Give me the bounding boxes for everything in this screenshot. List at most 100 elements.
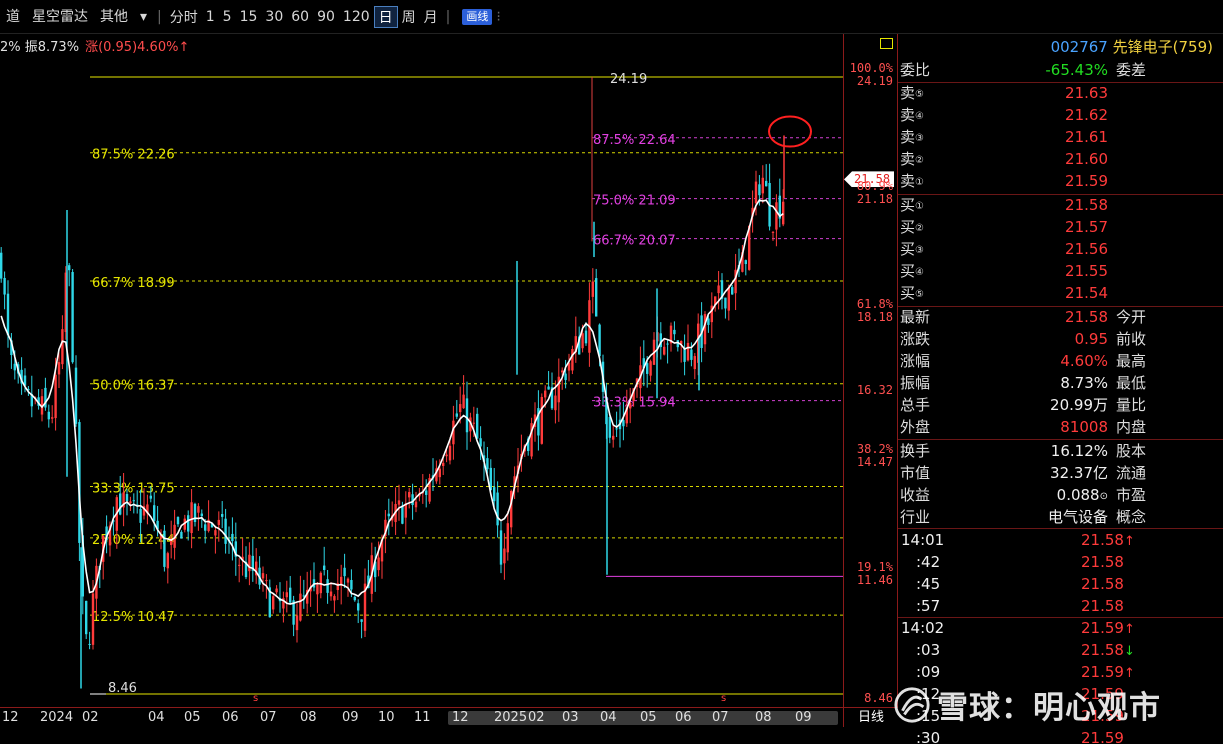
candle-body — [775, 202, 778, 230]
change-text: 涨(0.95)4.60%↑ — [85, 40, 190, 55]
candle-body — [425, 490, 428, 495]
ask-price: 21.62 — [1065, 106, 1108, 124]
date-label: 05 — [640, 710, 657, 725]
period-11[interactable]: 90 — [313, 9, 339, 25]
kline-chart[interactable]: 87.5% 22.26 66.7% 18.99 50.0% 16.37 33.3% 1… — [0, 34, 843, 707]
candle-body — [448, 445, 452, 461]
bid-price: 21.55 — [1065, 262, 1108, 280]
candle-body — [238, 564, 241, 566]
stat-value: 4.60% — [1060, 350, 1108, 372]
stat-row: 行业 电气设备 概念 — [898, 506, 1223, 528]
date-label: 03 — [562, 710, 579, 725]
bid-row[interactable]: 买② 21.57 — [898, 216, 1223, 238]
ask-row[interactable]: 卖② 21.60 — [898, 148, 1223, 170]
tick-row: :42 21.58 — [898, 551, 1223, 573]
ask-row[interactable]: 卖① 21.59 — [898, 170, 1223, 192]
toolbar-item[interactable]: 道 — [0, 6, 26, 28]
candle-body — [119, 493, 122, 515]
stat-value: 0.088⊙ — [1057, 484, 1108, 508]
candle-body — [47, 411, 50, 420]
more-icon[interactable]: ⁝ — [492, 9, 504, 25]
ask-price: 21.60 — [1065, 150, 1108, 168]
toolbar-item[interactable]: 其他 — [94, 6, 134, 28]
bid-row[interactable]: 买① 21.58 — [898, 194, 1223, 216]
candle-body — [758, 184, 761, 196]
candle-body — [646, 363, 649, 374]
bid-row[interactable]: 买③ 21.56 — [898, 238, 1223, 260]
candle-body — [754, 181, 758, 204]
candle-body — [663, 346, 666, 355]
tick-price: 21.59↑ — [1081, 617, 1135, 641]
candle-body — [248, 554, 251, 572]
period-6[interactable]: 1 — [202, 9, 219, 25]
candle-body — [703, 314, 707, 345]
tick-price: 21.59 — [1081, 727, 1124, 744]
stat-value: 32.37亿 — [1050, 462, 1108, 484]
axis-price: 21.18 — [856, 192, 893, 207]
ask-row[interactable]: 卖③ 21.61 — [898, 126, 1223, 148]
axis-toggle-icon[interactable] — [880, 38, 893, 49]
bid-level: ③ — [915, 245, 924, 256]
fib-right-label: 75.0% 21.09 — [593, 194, 676, 209]
bid-row[interactable]: 买⑤ 21.54 — [898, 282, 1223, 304]
candle-body — [346, 578, 350, 583]
stat-label2: 股本 — [1116, 442, 1147, 460]
bid-row[interactable]: 买④ 21.55 — [898, 260, 1223, 282]
period-12[interactable]: 120 — [339, 9, 374, 25]
ask-row[interactable]: 卖④ 21.62 — [898, 104, 1223, 126]
stat-label: 涨幅 — [900, 352, 931, 370]
watermark: 雪球：明心观市 — [893, 682, 1161, 727]
tick-arrow-icon: ↑ — [1123, 622, 1135, 637]
candle-body — [343, 567, 346, 577]
stat-value-text: 32.37亿 — [1050, 464, 1108, 482]
ask-label: 卖② — [900, 148, 924, 172]
ask-price: 21.59 — [1065, 172, 1108, 190]
period-9[interactable]: 30 — [261, 9, 287, 25]
candles — [0, 135, 785, 689]
ask-label-text: 卖 — [900, 172, 916, 190]
period-8[interactable]: 15 — [236, 9, 262, 25]
stat-value: 0.95 — [1075, 328, 1108, 350]
ask-row[interactable]: 卖⑤ 21.63 — [898, 82, 1223, 104]
weibi-row: 委比 -65.43% 委差 — [898, 59, 1223, 81]
date-label: 06 — [675, 710, 692, 725]
candle-body — [326, 579, 329, 593]
tick-price: 21.58↑ — [1081, 529, 1135, 553]
candle-body — [442, 462, 445, 467]
candle-body — [506, 523, 509, 553]
stat-label2: 概念 — [1116, 508, 1147, 526]
tick-price: 21.58 — [1081, 573, 1124, 595]
candle-body — [690, 349, 693, 360]
chevron-down-icon[interactable]: ▾ — [134, 6, 153, 28]
annotation-circle — [768, 115, 812, 148]
toolbar-item[interactable]: 星空雷达 — [26, 6, 94, 28]
period-13[interactable]: 日 — [373, 5, 398, 28]
dayline-button[interactable]: 日线 — [843, 707, 898, 727]
candle-body — [707, 318, 710, 325]
kline-svg[interactable]: 87.5% 22.2666.7% 18.9950.0% 16.3733.3% 1… — [0, 34, 843, 707]
period-5[interactable]: 分时 — [166, 7, 202, 27]
candle-body — [323, 565, 326, 570]
tick-price-text: 21.58 — [1081, 641, 1124, 659]
candle-body — [622, 420, 625, 427]
ask-label-text: 卖 — [900, 106, 916, 124]
candle-body — [261, 573, 265, 579]
candle-body — [54, 374, 57, 419]
candle-body — [564, 373, 567, 381]
tick-time: :09 — [916, 663, 941, 681]
candle-body — [761, 177, 764, 194]
candle-body — [503, 548, 506, 564]
tick-row: :57 21.58 — [898, 595, 1223, 617]
candle-body — [561, 370, 564, 373]
candle-body — [316, 584, 319, 595]
draw-line-button[interactable]: 画线 — [462, 8, 493, 25]
period-15[interactable]: 月 — [420, 7, 442, 27]
tick-price-text: 21.58 — [1081, 531, 1124, 549]
period-14[interactable]: 周 — [398, 7, 420, 27]
period-7[interactable]: 5 — [219, 9, 236, 25]
candle-body — [190, 502, 193, 534]
candle-body — [554, 395, 557, 411]
period-10[interactable]: 60 — [287, 9, 313, 25]
tick-time: :57 — [916, 597, 941, 615]
candle-body — [683, 348, 686, 362]
